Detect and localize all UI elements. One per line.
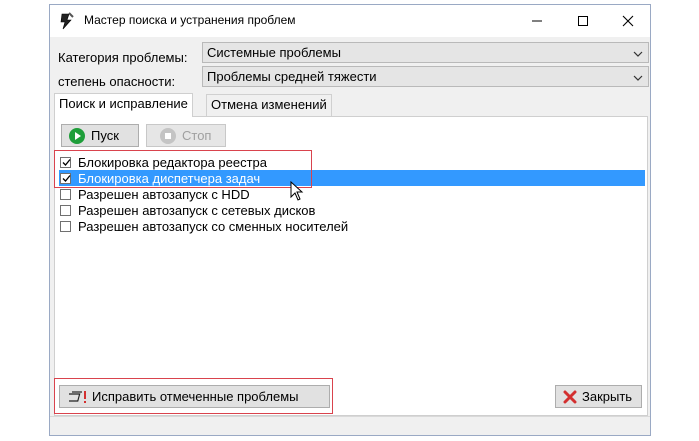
- tab-undo-changes[interactable]: Отмена изменений: [206, 94, 332, 116]
- fix-problems-label: Исправить отмеченные проблемы: [92, 389, 299, 404]
- list-item[interactable]: Блокировка диспетчера задач: [59, 170, 645, 186]
- stop-icon: [160, 127, 176, 144]
- category-value: Системные проблемы: [207, 45, 341, 60]
- chevron-down-icon: [633, 71, 643, 86]
- status-bar: [50, 416, 650, 435]
- tab-panel: Пуск Стоп Блокировка редактора реестра Б…: [54, 116, 648, 416]
- list-item[interactable]: Разрешен автозапуск с HDD: [59, 186, 645, 202]
- stop-button[interactable]: Стоп: [146, 124, 226, 147]
- start-button[interactable]: Пуск: [61, 124, 139, 147]
- stop-button-label: Стоп: [182, 128, 212, 143]
- maximize-button[interactable]: [560, 5, 606, 37]
- wizard-window: Мастер поиска и устранения проблем Катег…: [49, 4, 651, 436]
- problem-checkbox[interactable]: [60, 204, 71, 216]
- tab-search-fix[interactable]: Поиск и исправление: [54, 93, 193, 117]
- problem-checkbox[interactable]: [60, 188, 71, 200]
- wrench-pen-icon: [59, 12, 75, 30]
- problem-label: Разрешен автозапуск со сменных носителей: [78, 218, 349, 234]
- problem-label: Разрешен автозапуск с сетевых дисков: [78, 202, 316, 218]
- list-item[interactable]: Разрешен автозапуск со сменных носителей: [59, 218, 645, 234]
- minimize-button[interactable]: [514, 5, 560, 37]
- mouse-cursor-icon: [290, 181, 304, 201]
- play-icon: [69, 127, 85, 144]
- list-item[interactable]: Разрешен автозапуск с сетевых дисков: [59, 202, 645, 218]
- severity-value: Проблемы средней тяжести: [207, 69, 377, 84]
- fix-tool-icon: [69, 390, 86, 403]
- problem-checkbox[interactable]: [60, 172, 71, 184]
- fix-problems-button[interactable]: Исправить отмеченные проблемы: [59, 385, 330, 408]
- close-x-icon: [563, 390, 577, 403]
- problem-checkbox[interactable]: [60, 156, 71, 168]
- start-button-label: Пуск: [91, 128, 119, 143]
- list-item[interactable]: Блокировка редактора реестра: [59, 154, 645, 170]
- minimize-icon: [532, 20, 542, 22]
- close-button-label: Закрыть: [582, 389, 633, 404]
- checkmark-icon: [62, 174, 71, 182]
- checkmark-icon: [62, 158, 71, 166]
- problem-label: Блокировка диспетчера задач: [78, 170, 261, 186]
- problem-label: Разрешен автозапуск с HDD: [78, 186, 250, 202]
- severity-label: степень опасности:: [58, 74, 176, 89]
- window-title: Мастер поиска и устранения проблем: [84, 13, 296, 27]
- close-window-button[interactable]: [605, 5, 650, 37]
- close-button[interactable]: Закрыть: [555, 385, 642, 408]
- problems-list: Блокировка редактора реестра Блокировка …: [59, 154, 645, 234]
- category-select[interactable]: Системные проблемы: [202, 42, 649, 63]
- maximize-icon: [578, 16, 588, 26]
- problem-label: Блокировка редактора реестра: [78, 154, 268, 170]
- title-bar[interactable]: Мастер поиска и устранения проблем: [50, 5, 650, 37]
- close-icon: [622, 15, 634, 27]
- category-label: Категория проблемы:: [58, 50, 188, 65]
- severity-select[interactable]: Проблемы средней тяжести: [202, 66, 649, 87]
- problem-checkbox[interactable]: [60, 220, 71, 232]
- chevron-down-icon: [633, 47, 643, 62]
